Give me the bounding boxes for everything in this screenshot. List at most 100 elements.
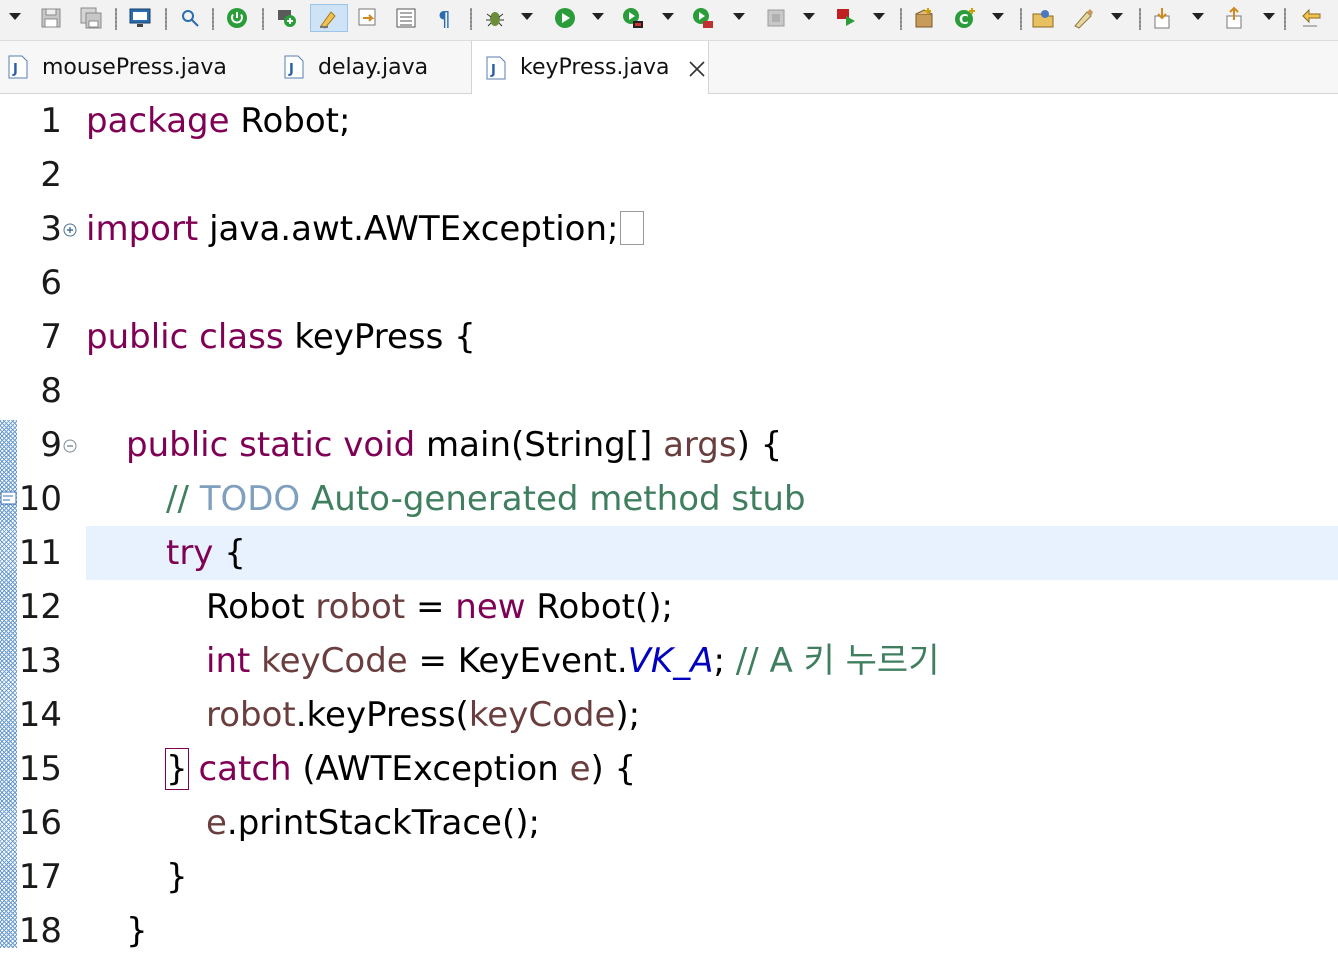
line-number: 1 <box>40 101 62 141</box>
line-number: 18 <box>18 911 62 951</box>
debug-button[interactable] <box>482 4 508 32</box>
collapse-fold-icon[interactable] <box>63 438 77 453</box>
close-icon[interactable] <box>688 59 706 77</box>
previous-annotation-dropdown-icon[interactable] <box>1263 13 1275 20</box>
task-dropdown-icon[interactable] <box>1111 13 1123 20</box>
main-toolbar: ¶ C <box>0 0 1338 41</box>
server-run-button[interactable] <box>833 4 859 32</box>
next-annotation-button[interactable] <box>1150 4 1176 32</box>
coverage-dropdown-icon[interactable] <box>662 13 674 20</box>
line-number: 11 <box>18 533 62 573</box>
tab-mousepress[interactable]: J mousePress.java <box>8 41 227 93</box>
open-type-icon <box>1032 10 1054 28</box>
code-line: 17 } <box>0 850 1338 904</box>
package-icon <box>915 8 933 28</box>
code-text: } <box>166 857 188 897</box>
new-class-dropdown-icon[interactable] <box>992 13 1004 20</box>
code-text: } <box>126 911 148 951</box>
svg-text:J: J <box>288 62 294 77</box>
code-text: try { <box>166 533 246 573</box>
server-dropdown-icon[interactable] <box>873 13 885 20</box>
stop-icon <box>767 9 785 27</box>
tab-keypress[interactable]: J keyPress.java <box>471 41 709 94</box>
stop-dropdown-icon[interactable] <box>803 13 815 20</box>
stop-button[interactable] <box>763 4 789 32</box>
line-number: 2 <box>40 155 62 195</box>
save-icon <box>41 8 61 28</box>
arrow-down-icon <box>1154 8 1170 29</box>
last-edit-button[interactable] <box>1292 4 1332 32</box>
block-selection-button[interactable] <box>393 4 419 32</box>
code-text: import java.awt.AWTException; <box>86 202 645 256</box>
save-all-icon <box>80 7 102 29</box>
expand-fold-icon[interactable] <box>63 222 77 237</box>
search-button[interactable] <box>177 4 203 32</box>
line-number: 13 <box>18 641 62 681</box>
run-button[interactable] <box>552 4 578 32</box>
run-dropdown-icon[interactable] <box>592 13 604 20</box>
line-number: 8 <box>40 371 62 411</box>
debug-dropdown-icon[interactable] <box>521 13 533 20</box>
show-whitespace-button[interactable]: ¶ <box>432 4 458 32</box>
terminal-button[interactable] <box>127 4 153 32</box>
tab-delay[interactable]: J delay.java <box>284 41 428 93</box>
code-line: 6 <box>0 256 1338 310</box>
folded-imports-marker[interactable] <box>620 210 645 245</box>
code-text: e.printStackTrace(); <box>206 803 540 843</box>
java-file-icon: J <box>486 56 506 80</box>
code-line: 18 } <box>0 904 1338 958</box>
new-project-button[interactable] <box>274 4 300 32</box>
link-editor-icon <box>358 8 376 26</box>
tab-label: delay.java <box>318 54 429 80</box>
external-tools-button[interactable] <box>690 4 716 32</box>
code-text: Robot robot = new Robot(); <box>206 587 673 627</box>
code-line: 7 public class keyPress { <box>0 310 1338 364</box>
code-text: // TODO Auto-generated method stub <box>166 479 806 519</box>
line-number: 16 <box>18 803 62 843</box>
line-number: 3 <box>40 209 62 249</box>
coverage-button[interactable] <box>620 4 646 32</box>
tab-label: keyPress.java <box>520 55 670 80</box>
code-editor[interactable]: 1 package Robot; 2 3 import java.awt.AWT… <box>0 94 1338 951</box>
power-icon <box>227 8 247 28</box>
pen-icon <box>1074 9 1093 29</box>
code-line: 3 import java.awt.AWTException; <box>0 202 1338 256</box>
current-code-line: 11 try { <box>0 526 1338 580</box>
new-java-class-button[interactable]: C <box>952 4 978 32</box>
pilcrow-icon: ¶ <box>438 7 451 30</box>
mark-occurrences-button[interactable] <box>310 4 348 32</box>
bug-icon <box>486 12 504 27</box>
coverage-icon <box>623 8 643 28</box>
code-line: 13 int keyCode = KeyEvent.VK_A; // A 키 누… <box>0 634 1338 688</box>
monitor-icon <box>129 8 151 27</box>
external-tools-dropdown-icon[interactable] <box>733 13 745 20</box>
spring-boot-button[interactable] <box>224 4 250 32</box>
line-number: 7 <box>40 317 62 357</box>
new-java-package-button[interactable] <box>911 4 937 32</box>
svg-text:J: J <box>490 63 496 78</box>
java-file-icon: J <box>8 55 28 79</box>
code-line: 10 // TODO Auto-generated method stub <box>0 472 1338 526</box>
next-annotation-dropdown-icon[interactable] <box>1192 13 1204 20</box>
block-selection-icon <box>396 8 416 28</box>
save-all-button[interactable] <box>78 4 104 32</box>
current-line-highlight <box>86 526 1338 580</box>
link-editor-button[interactable] <box>355 4 381 32</box>
java-file-icon: J <box>284 55 304 79</box>
search-icon <box>182 10 199 27</box>
line-number: 14 <box>18 695 62 735</box>
code-text: public class keyPress { <box>86 317 476 357</box>
previous-annotation-button[interactable] <box>1222 4 1248 32</box>
open-task-button[interactable] <box>1070 4 1096 32</box>
line-number: 17 <box>18 857 62 897</box>
code-line: 12 Robot robot = new Robot(); <box>0 580 1338 634</box>
code-text: robot.keyPress(keyCode); <box>206 695 641 735</box>
code-line: 8 <box>0 364 1338 418</box>
line-number: 9 <box>40 425 62 465</box>
chevron-down-icon[interactable] <box>9 13 21 20</box>
external-tools-icon <box>693 8 713 28</box>
svg-text:¶: ¶ <box>438 7 451 30</box>
save-button[interactable] <box>38 4 64 32</box>
open-type-button[interactable] <box>1030 4 1056 32</box>
code-line: 9 public static void main(String[] args)… <box>0 418 1338 472</box>
